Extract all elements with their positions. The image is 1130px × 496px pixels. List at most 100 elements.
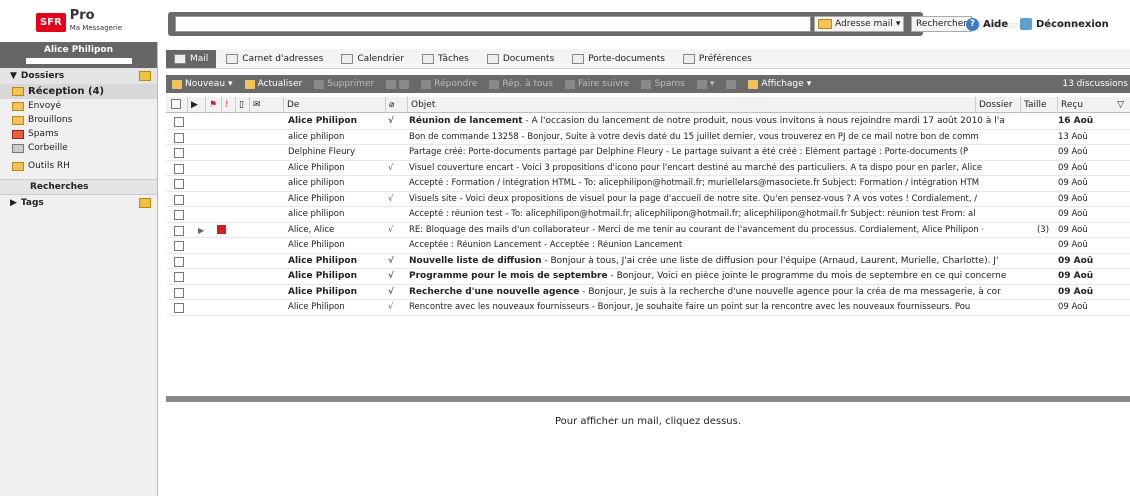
row-checkbox[interactable]: [174, 303, 184, 313]
delete-button[interactable]: Supprimer: [308, 79, 380, 89]
logout-link[interactable]: Déconnexion: [1020, 18, 1109, 30]
flag-column[interactable]: ⚑: [206, 97, 222, 113]
add-folder-icon[interactable]: [139, 71, 151, 81]
delete-label: Supprimer: [327, 79, 375, 89]
table-row[interactable]: Alice Philipon √ Réunion de lancement - A …: [166, 114, 1130, 130]
table-row[interactable]: Alice Philipon Acceptée : Réunion Lanceme…: [166, 238, 1130, 254]
print-button[interactable]: [380, 79, 415, 89]
row-subject: Partage créé: Porte-documents partagé pa…: [409, 147, 1130, 157]
row-checkbox[interactable]: [174, 179, 184, 189]
table-row[interactable]: Alice Philipon √ Nouvelle liste de diffusi…: [166, 254, 1130, 269]
folder-column[interactable]: Dossier: [976, 97, 1021, 113]
table-row[interactable]: Alice Philipon √ Recherche d'une nouvelle …: [166, 285, 1130, 300]
tags-header[interactable]: ▶ Tags: [0, 195, 157, 211]
searches-header[interactable]: Recherches: [0, 179, 157, 195]
table-row[interactable]: Alice Philipon √ Visuel couverture encart …: [166, 161, 1130, 176]
flag-icon[interactable]: [217, 224, 226, 234]
row-checkbox[interactable]: [174, 132, 184, 143]
tab-briefcase[interactable]: Porte-documents: [564, 50, 673, 68]
expand-column[interactable]: ▶: [188, 97, 206, 113]
app-tabs: Mail Carnet d'adresses Calendrier Tâches…: [166, 49, 1130, 69]
tag-button[interactable]: ▾: [691, 79, 721, 89]
row-checkbox[interactable]: [174, 210, 184, 220]
new-button[interactable]: Nouveau ▾: [166, 79, 239, 89]
row-checkbox[interactable]: [174, 272, 184, 282]
tab-preferences[interactable]: Préférences: [675, 50, 760, 68]
expand-thread-icon[interactable]: ▶: [198, 226, 204, 235]
forward-button[interactable]: Faire suivre: [559, 79, 636, 89]
table-row[interactable]: Alice Philipon √ Programme pour le mois de…: [166, 269, 1130, 285]
trash-icon: [12, 143, 24, 153]
preview-placeholder: Pour afficher un mail, cliquez dessus.: [554, 416, 742, 427]
spam-button[interactable]: Spams: [635, 79, 690, 89]
table-row[interactable]: alice philipon Accepté : réunion test - T…: [166, 207, 1130, 223]
row-checkbox[interactable]: [174, 287, 184, 298]
table-row[interactable]: ▶ Alice, Alice √ RE: Bloquage des mails d'u…: [166, 223, 1130, 238]
paperclip-icon: √: [388, 255, 395, 266]
row-subject-preview: - Bonjour, Voici en pièce jointe le prog…: [607, 271, 1007, 281]
select-all-checkbox[interactable]: [171, 99, 181, 109]
search-input[interactable]: [175, 16, 811, 32]
folder-spams[interactable]: Spams: [0, 127, 157, 141]
tab-documents[interactable]: Documents: [479, 50, 562, 68]
status-column[interactable]: ✉: [250, 97, 284, 113]
chevron-down-icon: ▾: [895, 19, 901, 29]
row-date: 16 Aoû: [1058, 116, 1094, 126]
table-row[interactable]: Alice Philipon √ Visuels site - Voici deux…: [166, 192, 1130, 207]
tab-calendar[interactable]: Calendrier: [333, 50, 412, 68]
search-button[interactable]: Rechercher: [911, 16, 972, 32]
refresh-button[interactable]: Actualiser: [239, 79, 309, 89]
folder-trash[interactable]: Corbeille: [0, 141, 157, 155]
table-row[interactable]: Delphine Fleury Partage créé: Porte-docum…: [166, 145, 1130, 161]
folder-outils-rh[interactable]: Outils RH: [0, 159, 157, 173]
paperclip-icon: √: [388, 302, 394, 312]
row-checkbox[interactable]: [174, 148, 184, 158]
tab-contacts[interactable]: Carnet d'adresses: [218, 50, 331, 68]
row-checkbox[interactable]: [174, 117, 184, 127]
attachment-column[interactable]: ⌀: [386, 97, 408, 113]
chevron-down-icon: ▾: [806, 79, 812, 89]
reply-all-button[interactable]: Rép. à tous: [483, 79, 559, 89]
paperclip-icon: ⌀: [389, 100, 395, 110]
folder-inbox[interactable]: Réception (4): [0, 84, 157, 99]
tab-tasks[interactable]: Tâches: [414, 50, 477, 68]
search-type-select[interactable]: Adresse mail ▾: [814, 16, 904, 32]
table-row[interactable]: alice philipon Accepté : Formation / inté…: [166, 176, 1130, 192]
row-checkbox[interactable]: [174, 163, 184, 174]
received-column[interactable]: Reçu ▽: [1058, 97, 1130, 113]
folders-header[interactable]: ▼ Dossiers: [0, 68, 157, 84]
row-checkbox[interactable]: [174, 225, 184, 236]
new-mail-icon: [172, 79, 182, 89]
priority-column[interactable]: !: [222, 97, 236, 113]
row-date: 09 Aoû: [1058, 162, 1088, 173]
row-date: 09 Aoû: [1058, 302, 1088, 312]
from-column[interactable]: De: [284, 97, 386, 113]
table-row[interactable]: Alice Philipon √ Rencontre avec les nouvea…: [166, 300, 1130, 316]
display-button[interactable]: Affichage ▾: [742, 79, 817, 89]
folder-sent[interactable]: Envoyé: [0, 99, 157, 113]
row-checkbox[interactable]: [174, 256, 184, 267]
subject-column[interactable]: Objet: [408, 97, 976, 113]
folder-drafts[interactable]: Brouillons: [0, 113, 157, 127]
spam-icon: [641, 79, 652, 89]
row-date: 09 Aoû: [1058, 240, 1088, 250]
row-from: alice philipon: [288, 178, 345, 188]
paperclip-icon: √: [388, 193, 394, 204]
tab-mail[interactable]: Mail: [166, 49, 217, 68]
row-date: 13 Aoû: [1058, 131, 1088, 142]
add-tag-icon[interactable]: [139, 198, 151, 208]
select-all-column[interactable]: [166, 97, 188, 113]
table-row[interactable]: alice philipon Bon de commande 13258 - Bo…: [166, 130, 1130, 145]
row-checkbox[interactable]: [174, 241, 184, 251]
reply-button[interactable]: Répondre: [415, 79, 483, 89]
help-link[interactable]: ? Aide: [966, 18, 1008, 31]
move-button[interactable]: [720, 79, 742, 89]
row-from: Alice Philipon: [288, 286, 357, 297]
reply-icon: [421, 79, 432, 89]
contacts-icon: [226, 53, 239, 64]
row-from: Alice Philipon: [288, 302, 345, 312]
size-column[interactable]: Taille: [1021, 97, 1058, 113]
row-checkbox[interactable]: [174, 194, 184, 205]
help-icon: ?: [966, 18, 979, 31]
tag-column[interactable]: ▯: [236, 97, 250, 113]
